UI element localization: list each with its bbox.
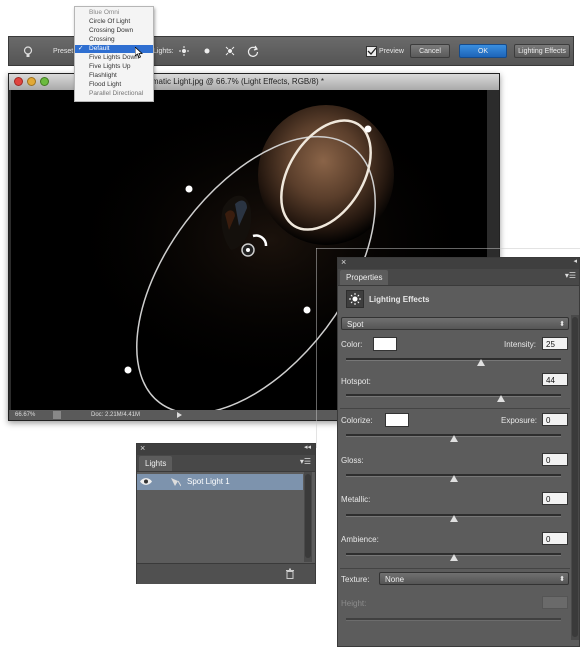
lights-scrollbar[interactable] bbox=[304, 472, 312, 562]
hotspot-label: Hotspot: bbox=[341, 377, 371, 386]
exposure-slider-thumb[interactable] bbox=[449, 435, 458, 442]
panel-menu-icon[interactable]: ▾☰ bbox=[565, 271, 576, 280]
preset-menu-item[interactable]: Circle Of Light bbox=[75, 18, 153, 26]
add-infinite-light-icon[interactable] bbox=[225, 46, 235, 56]
preview-checkbox[interactable] bbox=[366, 46, 377, 57]
panel-menu-icon[interactable]: ▾☰ bbox=[300, 457, 311, 466]
lights-panel: × ◂◂ Lights ▾☰ Spot Light 1 bbox=[136, 443, 316, 584]
eye-icon[interactable] bbox=[140, 477, 152, 488]
collapse-icon[interactable]: ◂◂ bbox=[304, 443, 311, 451]
add-point-light-icon[interactable] bbox=[202, 46, 212, 56]
exposure-field[interactable]: 0 bbox=[542, 413, 568, 426]
lights-list: Spot Light 1 bbox=[137, 472, 303, 562]
status-menu-arrow-icon[interactable] bbox=[177, 412, 182, 418]
preset-menu-item[interactable]: Flashlight bbox=[75, 72, 153, 80]
intensity-label: Intensity: bbox=[504, 340, 537, 349]
collapse-icon[interactable]: ◂ bbox=[573, 257, 577, 265]
hotspot-slider[interactable] bbox=[346, 394, 561, 397]
preset-menu-item[interactable]: Crossing Down bbox=[75, 27, 153, 35]
intensity-slider[interactable] bbox=[346, 358, 561, 361]
preset-menu-item[interactable]: Flood Light bbox=[75, 81, 153, 89]
height-slider bbox=[346, 618, 561, 621]
texture-value: None bbox=[385, 575, 405, 584]
add-spot-light-icon[interactable] bbox=[179, 46, 189, 56]
metallic-slider-thumb[interactable] bbox=[449, 515, 458, 522]
hotspot-slider-thumb[interactable] bbox=[496, 395, 505, 402]
properties-panel: × ◂ Properties ▾☰ Lighting Effects Spot … bbox=[337, 257, 580, 647]
metallic-field[interactable]: 0 bbox=[542, 492, 568, 505]
trash-icon[interactable] bbox=[285, 568, 295, 581]
panel-header-title: Lighting Effects bbox=[369, 295, 430, 304]
lights-footer bbox=[137, 563, 315, 584]
updown-arrow-icon: ⬍ bbox=[559, 576, 565, 583]
lightbulb-icon[interactable] bbox=[23, 46, 33, 58]
colorize-label: Colorize: bbox=[341, 416, 373, 425]
ambience-label: Ambience: bbox=[341, 535, 379, 544]
tab-lights[interactable]: Lights bbox=[139, 456, 173, 471]
properties-scrollbar[interactable] bbox=[571, 315, 579, 640]
texture-select[interactable]: None ⬍ bbox=[379, 572, 569, 585]
close-icon[interactable]: × bbox=[341, 257, 346, 267]
mouse-cursor-icon bbox=[134, 46, 144, 60]
preset-menu-item[interactable]: Blue Omni bbox=[75, 9, 153, 17]
ambience-field[interactable]: 0 bbox=[542, 532, 568, 545]
preset-menu-item-label: Default bbox=[89, 45, 110, 52]
close-icon[interactable]: × bbox=[140, 443, 145, 453]
height-field bbox=[542, 596, 568, 609]
preset-menu-item[interactable]: Crossing bbox=[75, 36, 153, 44]
lights-label: Lights: bbox=[153, 48, 174, 55]
gloss-slider-thumb[interactable] bbox=[449, 475, 458, 482]
hotspot-field[interactable]: 44 bbox=[542, 373, 568, 386]
light-type-value: Spot bbox=[347, 320, 364, 329]
spot-light-icon bbox=[169, 477, 182, 489]
section-divider bbox=[340, 408, 570, 409]
gloss-field[interactable]: 0 bbox=[542, 453, 568, 466]
intensity-slider-thumb[interactable] bbox=[477, 359, 486, 366]
guide-line bbox=[316, 248, 317, 448]
color-label: Color: bbox=[341, 340, 363, 349]
properties-tab-bar: Properties ▾☰ bbox=[338, 269, 579, 286]
intensity-field[interactable]: 25 bbox=[542, 337, 568, 350]
color-swatch[interactable] bbox=[373, 337, 397, 351]
workspace-switcher-button[interactable]: Lighting Effects bbox=[514, 44, 570, 58]
gloss-label: Gloss: bbox=[341, 456, 364, 465]
light-row[interactable]: Spot Light 1 bbox=[137, 474, 303, 490]
presets-label: Preset bbox=[53, 48, 74, 55]
doc-size-info: Doc: 2.21M/4.41M bbox=[91, 412, 141, 418]
metallic-label: Metallic: bbox=[341, 495, 371, 504]
zoom-level[interactable]: 66.67% bbox=[15, 410, 35, 420]
light-name: Spot Light 1 bbox=[187, 477, 230, 486]
updown-arrow-icon: ⬍ bbox=[559, 321, 565, 328]
share-icon[interactable] bbox=[53, 411, 61, 419]
panel-header-strip: × ◂ bbox=[338, 257, 579, 269]
ok-button[interactable]: OK bbox=[459, 44, 507, 58]
checkmark-icon: ✓ bbox=[78, 45, 84, 52]
section-divider bbox=[340, 568, 570, 569]
close-window-icon[interactable] bbox=[14, 77, 23, 86]
height-label: Height: bbox=[341, 599, 367, 608]
preset-menu-item[interactable]: Parallel Directional bbox=[75, 90, 153, 98]
guide-line bbox=[316, 248, 580, 249]
lights-tab-bar: Lights ▾☰ bbox=[137, 455, 315, 472]
lighting-effects-icon bbox=[346, 290, 364, 308]
exposure-label: Exposure: bbox=[501, 416, 538, 425]
preview-label: Preview bbox=[379, 48, 404, 55]
reset-lights-icon[interactable] bbox=[247, 45, 259, 57]
panel-header-strip: × ◂◂ bbox=[137, 443, 315, 455]
light-type-select[interactable]: Spot ⬍ bbox=[341, 317, 569, 330]
minimize-window-icon[interactable] bbox=[27, 77, 36, 86]
cancel-button[interactable]: Cancel bbox=[410, 44, 450, 58]
ellipse-handle-top[interactable] bbox=[364, 125, 372, 133]
ellipse-handle-bottom[interactable] bbox=[124, 366, 132, 374]
tab-properties[interactable]: Properties bbox=[340, 270, 389, 285]
zoom-window-icon[interactable] bbox=[40, 77, 49, 86]
preset-menu-item[interactable]: Five Lights Up bbox=[75, 63, 153, 71]
preset-dropdown-menu[interactable]: Blue Omni Circle Of Light Crossing Down … bbox=[74, 6, 154, 102]
document-title: Dramatic Light.jpg @ 66.7% (Light Effect… bbox=[139, 77, 324, 86]
ellipse-handle-right[interactable] bbox=[303, 306, 311, 314]
colorize-swatch[interactable] bbox=[385, 413, 409, 427]
ellipse-handle-left[interactable] bbox=[185, 185, 193, 193]
ambience-slider-thumb[interactable] bbox=[449, 554, 458, 561]
texture-label: Texture: bbox=[341, 575, 370, 584]
